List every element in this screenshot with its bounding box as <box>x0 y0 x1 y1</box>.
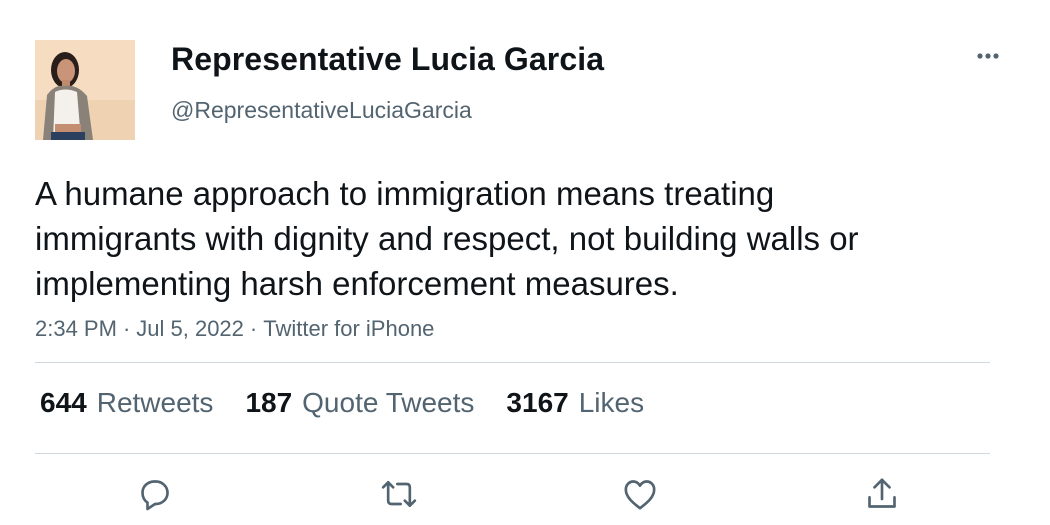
quotes-label: Quote Tweets <box>302 387 475 418</box>
meta-separator: · <box>249 316 258 341</box>
reply-icon[interactable] <box>133 472 177 516</box>
retweets-stat[interactable]: 644 Retweets <box>40 387 213 419</box>
author-handle[interactable]: @RepresentativeLuciaGarcia <box>171 97 472 124</box>
tweet-source[interactable]: Twitter for iPhone <box>263 316 434 341</box>
divider <box>35 362 990 363</box>
quotes-count: 187 <box>245 387 293 418</box>
retweets-label: Retweets <box>96 387 214 418</box>
likes-count: 3167 <box>506 387 569 418</box>
retweets-count: 644 <box>40 387 87 418</box>
likes-label: Likes <box>578 387 645 418</box>
quote-tweets-stat[interactable]: 187 Quote Tweets <box>245 387 474 419</box>
more-horizontal-icon[interactable] <box>970 48 1010 68</box>
tweet-actions <box>0 472 1050 520</box>
tweet-meta: 2:34 PM · Jul 5, 2022 · Twitter for iPhone <box>35 316 434 342</box>
tweet-text: A humane approach to immigration means t… <box>35 175 859 302</box>
avatar[interactable] <box>35 40 135 140</box>
likes-stat[interactable]: 3167 Likes <box>506 387 644 419</box>
heart-icon[interactable] <box>618 472 662 516</box>
profile-photo-icon <box>35 40 135 140</box>
share-icon[interactable] <box>860 472 904 516</box>
tweet-time[interactable]: 2:34 PM <box>35 316 117 341</box>
meta-separator: · <box>122 316 131 341</box>
tweet-stats: 644 Retweets 187 Quote Tweets 3167 Likes <box>40 387 676 419</box>
author-name[interactable]: Representative Lucia Garcia <box>171 41 604 78</box>
divider <box>35 453 990 454</box>
tweet-date[interactable]: Jul 5, 2022 <box>136 316 244 341</box>
retweet-icon[interactable] <box>377 472 421 516</box>
